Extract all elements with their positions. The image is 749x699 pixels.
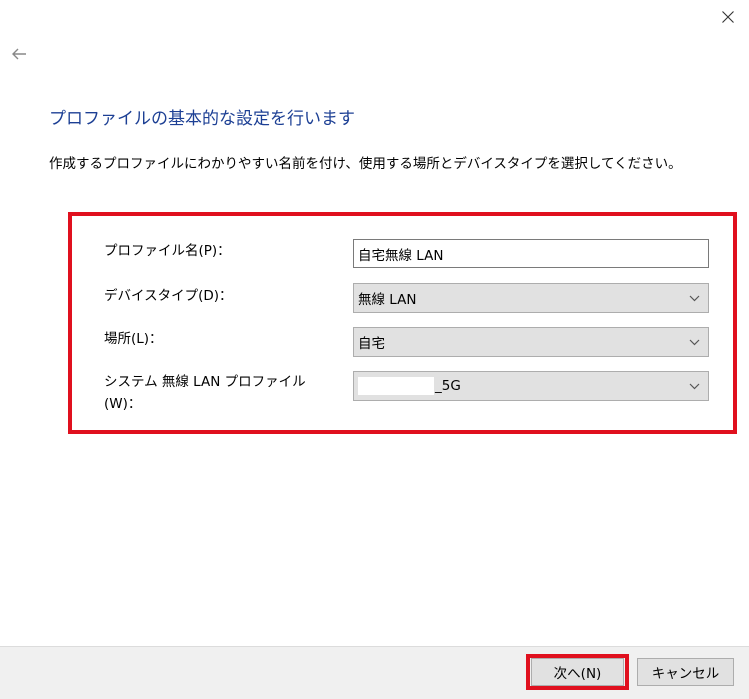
profile-name-label: プロファイル名(P)： xyxy=(104,243,231,259)
cancel-button[interactable]: キャンセル xyxy=(637,658,734,686)
location-label: 場所(L)： xyxy=(104,331,163,347)
chevron-down-icon xyxy=(689,383,700,390)
device-type-select[interactable]: 無線 LAN xyxy=(353,283,709,313)
location-value: 自宅 xyxy=(358,336,385,352)
close-icon xyxy=(722,11,734,23)
system-profile-value: _5G xyxy=(435,378,461,394)
close-button[interactable] xyxy=(708,0,748,34)
location-select[interactable]: 自宅 xyxy=(353,327,709,357)
system-profile-label: システム 無線 LAN プロファイル(W)： xyxy=(104,374,306,412)
device-type-label: デバイスタイプ(D)： xyxy=(104,288,233,304)
chevron-down-icon xyxy=(689,295,700,302)
device-type-value: 無線 LAN xyxy=(358,292,417,308)
system-profile-select[interactable]: _5G xyxy=(353,371,709,401)
back-button[interactable] xyxy=(4,40,34,68)
next-button-highlight xyxy=(526,654,629,690)
back-arrow-icon xyxy=(12,48,26,60)
chevron-down-icon xyxy=(689,339,700,346)
profile-name-input[interactable] xyxy=(353,239,709,268)
page-description: 作成するプロファイルにわかりやすい名前を付け、使用する場所とデバイスタイプを選択… xyxy=(49,156,682,172)
page-title: プロファイルの基本的な設定を行います xyxy=(49,109,355,129)
redacted-block xyxy=(358,377,434,395)
